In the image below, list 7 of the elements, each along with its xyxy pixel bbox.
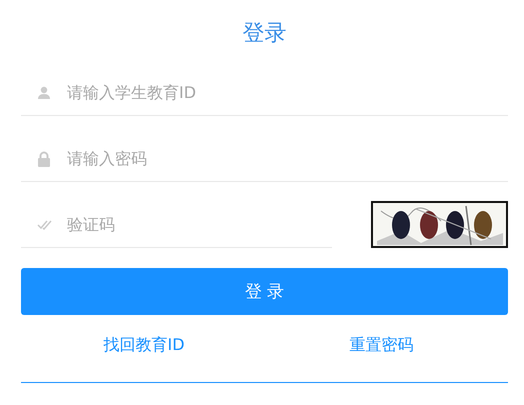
login-button[interactable]: 登 录 bbox=[21, 268, 508, 315]
login-title: 登录 bbox=[242, 20, 288, 48]
check-icon bbox=[37, 220, 53, 230]
user-icon bbox=[37, 86, 51, 100]
link[interactable]: 找回教育ID bbox=[103, 335, 185, 356]
lock-icon bbox=[37, 150, 51, 166]
link[interactable]: 重置密码 bbox=[350, 335, 414, 356]
